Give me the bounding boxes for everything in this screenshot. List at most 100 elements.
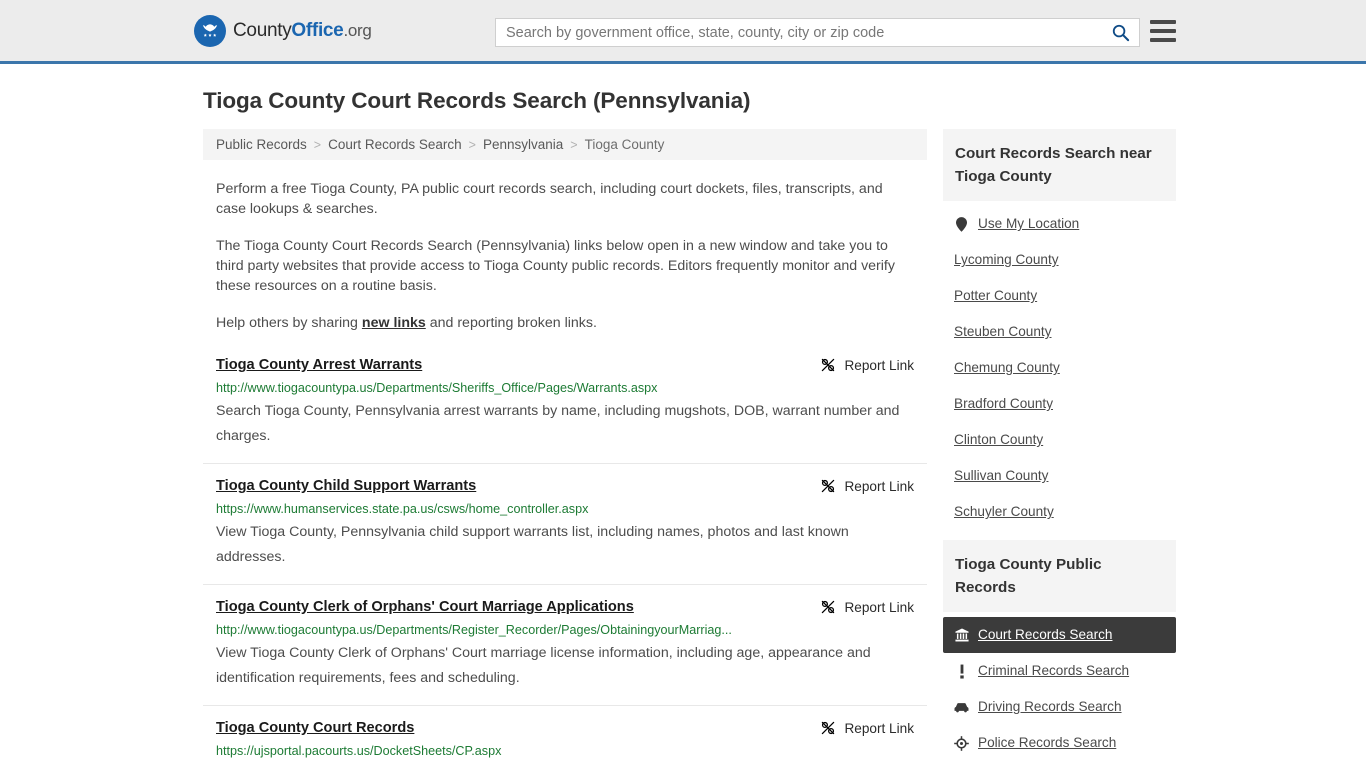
- report-link-button[interactable]: Report Link: [806, 357, 914, 373]
- sidebar-public-records-heading: Tioga County Public Records: [943, 540, 1176, 612]
- sidebar-public-records-box: Tioga County Public Records Court Record…: [943, 540, 1176, 768]
- breadcrumb-separator: >: [468, 137, 476, 152]
- site-logo[interactable]: CountyOffice.org: [194, 14, 372, 47]
- sidebar-item-police-records-search[interactable]: Police Records Search: [943, 725, 1176, 761]
- sidebar-link[interactable]: Use My Location: [978, 215, 1079, 233]
- sidebar-link[interactable]: Potter County: [954, 287, 1037, 305]
- sidebar-link[interactable]: Criminal Records Search: [978, 662, 1129, 680]
- sidebar-item-clinton-county[interactable]: Clinton County: [943, 422, 1176, 458]
- sidebar-item-potter-county[interactable]: Potter County: [943, 278, 1176, 314]
- broken-link-icon: [822, 721, 835, 735]
- result-title-link[interactable]: Tioga County Court Records: [216, 719, 414, 738]
- sidebar-item-bradford-county[interactable]: Bradford County: [943, 386, 1176, 422]
- result-item: Tioga County Child Support Warrants Repo…: [203, 477, 927, 585]
- sidebar-item-lycoming-county[interactable]: Lycoming County: [943, 242, 1176, 278]
- report-link-label: Report Link: [844, 478, 914, 494]
- search-input[interactable]: [496, 19, 1101, 46]
- result-item: Tioga County Clerk of Orphans' Court Mar…: [203, 598, 927, 706]
- sidebar-public-records-list: Court Records Search Criminal Records Se…: [943, 612, 1176, 768]
- intro-text-after-link: and reporting broken links.: [425, 315, 597, 331]
- report-link-button[interactable]: Report Link: [806, 720, 914, 736]
- car-icon: [954, 702, 969, 713]
- exclamation-icon: [954, 664, 969, 679]
- results-list: Tioga County Arrest Warrants Report Link…: [203, 356, 927, 768]
- breadcrumb: Public Records > Court Records Search > …: [203, 129, 927, 160]
- search-bar: [495, 18, 1140, 47]
- eagle-seal-icon: [194, 14, 226, 47]
- map-pin-icon: [954, 216, 969, 232]
- broken-link-icon: [822, 600, 835, 614]
- result-url: https://ujsportal.pacourts.us/DocketShee…: [216, 744, 502, 758]
- hamburger-bar: [1150, 29, 1176, 33]
- sidebar-link[interactable]: Police Records Search: [978, 734, 1116, 752]
- search-button[interactable]: [1101, 19, 1139, 46]
- content-row: Public Records > Court Records Search > …: [203, 129, 1366, 768]
- sidebar-item-criminal-records-search[interactable]: Criminal Records Search: [943, 653, 1176, 689]
- sidebar-link[interactable]: Court Records Search: [978, 626, 1112, 644]
- result-description: Find Tioga County, Pennsylvania court re…: [216, 762, 914, 768]
- sidebar-item-chemung-county[interactable]: Chemung County: [943, 350, 1176, 386]
- result-item: Tioga County Arrest Warrants Report Link…: [203, 356, 927, 464]
- intro-paragraph-2: The Tioga County Court Records Search (P…: [216, 238, 895, 294]
- sidebar-nearby-box: Court Records Search near Tioga County U…: [943, 129, 1176, 530]
- logo-text-county: County: [233, 19, 292, 41]
- result-header: Tioga County Child Support Warrants Repo…: [216, 477, 914, 496]
- result-url: http://www.tiogacountypa.us/Departments/…: [216, 381, 658, 395]
- sidebar-link[interactable]: Sullivan County: [954, 467, 1048, 485]
- sidebar-item-steuben-county[interactable]: Steuben County: [943, 314, 1176, 350]
- sidebar-item-sex-offender-registry-search[interactable]: Sex Offender Registry Search: [943, 761, 1176, 768]
- report-link-button[interactable]: Report Link: [806, 478, 914, 494]
- sidebar-link[interactable]: Steuben County: [954, 323, 1052, 341]
- breadcrumb-item-pennsylvania[interactable]: Pennsylvania: [483, 137, 563, 152]
- courthouse-icon: [954, 628, 969, 642]
- broken-link-icon: [822, 479, 835, 493]
- intro-text-before-link: Help others by sharing: [216, 315, 362, 331]
- sidebar-item-court-records-search[interactable]: Court Records Search: [943, 617, 1176, 653]
- result-title-link[interactable]: Tioga County Child Support Warrants: [216, 477, 476, 496]
- sidebar-item-use-my-location[interactable]: Use My Location: [943, 206, 1176, 242]
- breadcrumb-item-public-records[interactable]: Public Records: [216, 137, 307, 152]
- logo-text-office: Office: [291, 19, 344, 41]
- sidebar-link[interactable]: Clinton County: [954, 431, 1043, 449]
- report-link-label: Report Link: [844, 357, 914, 373]
- sidebar-link[interactable]: Driving Records Search: [978, 698, 1122, 716]
- result-item: Tioga County Court Records Report Link h…: [203, 719, 927, 768]
- breadcrumb-separator: >: [570, 137, 578, 152]
- search-icon: [1112, 24, 1129, 42]
- breadcrumb-item-tioga-county: Tioga County: [584, 137, 665, 152]
- site-header: CountyOffice.org: [0, 0, 1366, 64]
- result-description: Search Tioga County, Pennsylvania arrest…: [216, 403, 900, 444]
- result-header: Tioga County Clerk of Orphans' Court Mar…: [216, 598, 914, 617]
- hamburger-bar: [1150, 20, 1176, 24]
- page-body: Tioga County Court Records Search (Penns…: [0, 88, 1366, 768]
- hamburger-menu-icon[interactable]: [1150, 20, 1176, 42]
- page-title: Tioga County Court Records Search (Penns…: [203, 88, 751, 113]
- intro-section: Perform a free Tioga County, PA public c…: [203, 179, 927, 333]
- main-column: Public Records > Court Records Search > …: [203, 129, 927, 768]
- hamburger-bar: [1150, 38, 1176, 42]
- sidebar-link[interactable]: Chemung County: [954, 359, 1060, 377]
- sidebar-link[interactable]: Lycoming County: [954, 251, 1059, 269]
- result-description: View Tioga County Clerk of Orphans' Cour…: [216, 645, 871, 686]
- report-link-label: Report Link: [844, 599, 914, 615]
- logo-wordmark: CountyOffice.org: [233, 20, 372, 42]
- result-title-link[interactable]: Tioga County Clerk of Orphans' Court Mar…: [216, 598, 634, 617]
- new-links-link[interactable]: new links: [362, 315, 426, 331]
- intro-paragraph-1: Perform a free Tioga County, PA public c…: [216, 181, 883, 217]
- police-badge-icon: [954, 735, 969, 751]
- logo-text-org: .org: [343, 20, 372, 40]
- report-link-button[interactable]: Report Link: [806, 599, 914, 615]
- sidebar-link[interactable]: Schuyler County: [954, 503, 1054, 521]
- sidebar-nearby-list: Use My Location Lycoming County Potter C…: [943, 201, 1176, 530]
- report-link-label: Report Link: [844, 720, 914, 736]
- breadcrumb-item-court-records-search[interactable]: Court Records Search: [328, 137, 462, 152]
- sidebar-link[interactable]: Bradford County: [954, 395, 1053, 413]
- result-header: Tioga County Court Records Report Link: [216, 719, 914, 738]
- sidebar-item-driving-records-search[interactable]: Driving Records Search: [943, 689, 1176, 725]
- sidebar-item-sullivan-county[interactable]: Sullivan County: [943, 458, 1176, 494]
- result-header: Tioga County Arrest Warrants Report Link: [216, 356, 914, 375]
- sidebar-item-schuyler-county[interactable]: Schuyler County: [943, 494, 1176, 530]
- breadcrumb-separator: >: [313, 137, 322, 152]
- result-url: http://www.tiogacountypa.us/Departments/…: [216, 623, 732, 637]
- result-title-link[interactable]: Tioga County Arrest Warrants: [216, 356, 422, 375]
